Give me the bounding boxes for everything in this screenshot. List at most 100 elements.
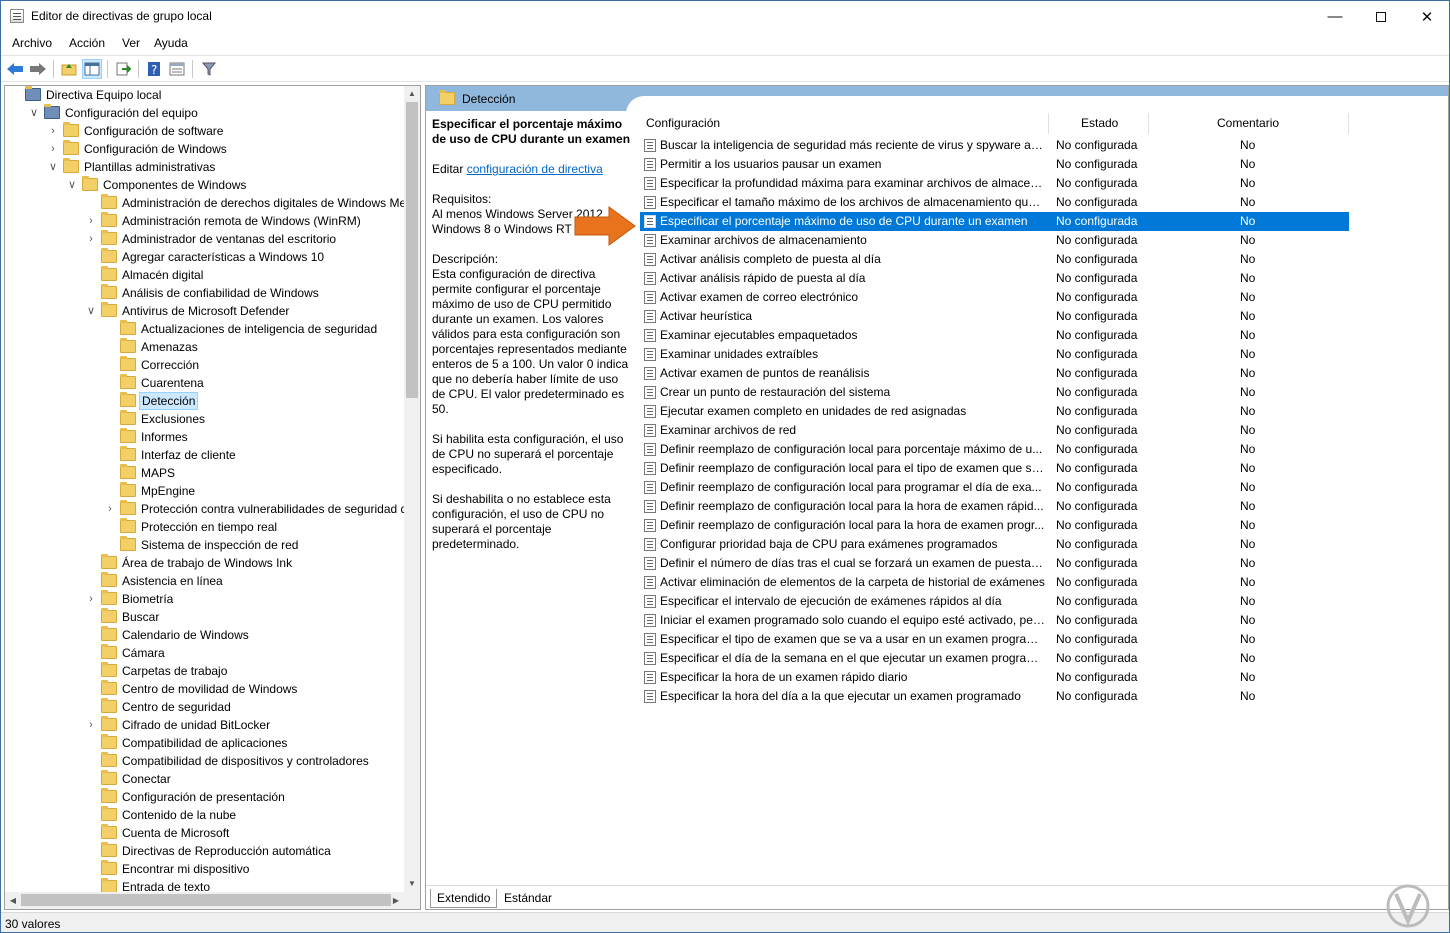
policy-comment: No (1240, 385, 1256, 399)
policy-row[interactable]: Definir reemplazo de configuración local… (640, 497, 1349, 516)
tab-extendido[interactable]: Extendido (430, 889, 498, 908)
help-icon[interactable]: ? (144, 59, 164, 79)
policy-row[interactable]: Especificar el intervalo de ejecución de… (640, 592, 1349, 611)
policy-row[interactable]: Especificar la hora de un examen rápido … (640, 668, 1349, 687)
tree-item-label: Centro de movilidad de Windows (122, 682, 298, 696)
edit-policy-link[interactable]: configuración de directiva (467, 162, 603, 176)
policy-row[interactable]: Activar análisis rápido de puesta al día… (640, 269, 1349, 288)
policy-comment: No (1240, 404, 1256, 418)
expand-chevron-icon[interactable]: › (85, 590, 97, 608)
policy-state: No configurada (1056, 556, 1138, 570)
pane-header-title: Detección (462, 92, 516, 106)
policy-row[interactable]: Permitir a los usuarios pausar un examen… (640, 155, 1349, 174)
properties-icon[interactable] (167, 59, 187, 79)
expand-chevron-icon[interactable]: › (85, 212, 97, 230)
collapse-chevron-icon[interactable]: ∨ (47, 158, 59, 176)
policy-row[interactable]: Configurar prioridad baja de CPU para ex… (640, 535, 1349, 554)
collapse-chevron-icon[interactable]: ∨ (85, 302, 97, 320)
export-list-icon[interactable] (113, 59, 133, 79)
tree-horizontal-scrollbar[interactable]: ◀ ▶ (5, 892, 420, 909)
tree-vertical-scrollbar[interactable]: ▲ ▼ (404, 86, 420, 892)
policy-row[interactable]: Especificar la profundidad máxima para e… (640, 174, 1349, 193)
policy-row[interactable]: Iniciar el examen programado solo cuando… (640, 611, 1349, 630)
policy-state: No configurada (1056, 575, 1138, 589)
tree-item-label: Biometría (122, 592, 174, 606)
policy-row[interactable]: Especificar la hora del día a la que eje… (640, 687, 1349, 706)
policy-comment: No (1240, 689, 1256, 703)
policy-state: No configurada (1056, 537, 1138, 551)
policy-row[interactable]: Examinar archivos de almacenamiento No co… (640, 231, 1349, 250)
policy-state: No configurada (1056, 157, 1138, 171)
close-button[interactable]: ✕ (1404, 1, 1449, 32)
menu-ayuda[interactable]: Ayuda (154, 36, 188, 50)
minimize-button[interactable]: — (1312, 1, 1358, 32)
scroll-left-icon[interactable]: ◀ (5, 892, 21, 909)
policy-row[interactable]: Especificar el tamaño máximo de los arch… (640, 193, 1349, 212)
policy-row[interactable]: Ejecutar examen completo en unidades de … (640, 402, 1349, 421)
policy-row[interactable]: Definir el número de días tras el cual s… (640, 554, 1349, 573)
policy-comment: No (1240, 632, 1256, 646)
policy-name: Examinar unidades extraíbles (660, 347, 819, 361)
policy-row[interactable]: Activar análisis completo de puesta al d… (640, 250, 1349, 269)
folder-icon (63, 158, 79, 173)
collapse-chevron-icon[interactable]: ∨ (66, 176, 78, 194)
policy-row[interactable]: Examinar ejecutables empaquetados No conf… (640, 326, 1349, 345)
policy-row[interactable]: Especificar el porcentaje máximo de uso … (640, 212, 1349, 231)
folder-icon (101, 266, 117, 281)
expand-chevron-icon[interactable]: › (104, 500, 116, 518)
maximize-button[interactable] (1358, 1, 1404, 32)
policy-row[interactable]: Especificar el tipo de examen que se va … (640, 630, 1349, 649)
policy-state: No configurada (1056, 328, 1138, 342)
policy-row[interactable]: Especificar el día de la semana en el qu… (640, 649, 1349, 668)
policy-row[interactable]: Activar examen de puntos de reanálisis No… (640, 364, 1349, 383)
column-comment[interactable]: Comentario (1217, 116, 1279, 130)
policy-row[interactable]: Definir reemplazo de configuración local… (640, 440, 1349, 459)
policy-row[interactable]: Definir reemplazo de configuración local… (640, 459, 1349, 478)
policy-comment: No (1240, 556, 1256, 570)
tab-estandar[interactable]: Estándar (498, 889, 558, 908)
policy-row[interactable]: Examinar unidades extraíbles No configura… (640, 345, 1349, 364)
tree-hscroll-thumb[interactable] (21, 894, 391, 906)
policy-setting-icon (644, 481, 656, 494)
policy-row[interactable]: Examinar archivos de red No configurada No (640, 421, 1349, 440)
policy-comment: No (1240, 480, 1256, 494)
expand-chevron-icon[interactable]: › (47, 122, 59, 140)
expand-chevron-icon[interactable]: › (85, 716, 97, 734)
show-tree-icon[interactable] (82, 59, 102, 79)
menu-archivo[interactable]: Archivo (12, 36, 52, 50)
menu-ver[interactable]: Ver (122, 36, 140, 50)
tree-item-label: Detección (139, 392, 199, 410)
policy-row[interactable]: Activar examen de correo electrónico No c… (640, 288, 1349, 307)
expand-chevron-icon[interactable]: › (85, 230, 97, 248)
tree-scroll-thumb[interactable] (406, 102, 418, 398)
policy-row[interactable]: Activar eliminación de elementos de la c… (640, 573, 1349, 592)
tree-item-label: Configuración de presentación (122, 790, 285, 804)
policy-row[interactable]: Crear un punto de restauración del siste… (640, 383, 1349, 402)
up-folder-icon[interactable] (59, 59, 79, 79)
collapse-chevron-icon[interactable]: ∨ (28, 104, 40, 122)
scroll-up-icon[interactable]: ▲ (404, 86, 420, 102)
expand-chevron-icon[interactable]: › (47, 140, 59, 158)
back-icon[interactable] (5, 59, 25, 79)
policy-comment: No (1240, 613, 1256, 627)
scroll-down-icon[interactable]: ▼ (404, 876, 420, 892)
policy-row[interactable]: Buscar la inteligencia de seguridad más … (640, 136, 1349, 155)
column-config[interactable]: Configuración (646, 116, 720, 130)
folder-icon (120, 482, 136, 497)
gpedit-app-icon (10, 9, 24, 23)
description-label: Descripción: (432, 252, 499, 266)
status-count: 30 valores (5, 917, 61, 931)
menu-accion[interactable]: Acción (69, 36, 105, 50)
policy-row[interactable]: Definir reemplazo de configuración local… (640, 516, 1349, 535)
policy-row[interactable]: Definir reemplazo de configuración local… (640, 478, 1349, 497)
filter-icon[interactable] (199, 59, 219, 79)
column-state[interactable]: Estado (1081, 116, 1118, 130)
forward-icon[interactable] (28, 59, 48, 79)
tree-item-label: Conectar (122, 772, 171, 786)
tree-item-label: Protección en tiempo real (141, 520, 278, 534)
policy-row[interactable]: Activar heurística No configurada No (640, 307, 1349, 326)
policy-comment: No (1240, 271, 1256, 285)
scroll-right-icon[interactable]: ▶ (388, 892, 404, 909)
folder-icon (101, 590, 117, 605)
computer-icon (25, 86, 41, 101)
